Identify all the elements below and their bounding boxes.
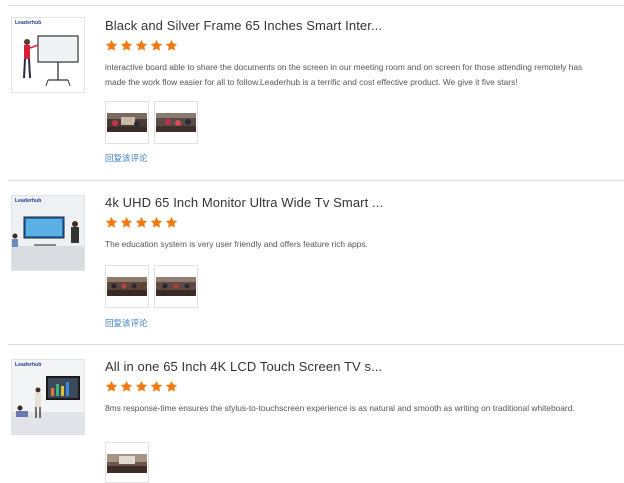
meeting-photo-image [107, 113, 147, 132]
star-icon [135, 39, 148, 51]
top-divider [8, 5, 624, 6]
review-text: 8ms response-time ensures the stylus-to-… [105, 403, 575, 413]
product-thumbnail[interactable]: Leaderhub [11, 359, 85, 435]
star-icon [105, 380, 118, 392]
review-photo[interactable] [154, 101, 198, 144]
star-icon [165, 39, 178, 51]
product-logo: Leaderhub [15, 20, 42, 26]
meeting-photo-image [156, 113, 196, 132]
star-icon [135, 380, 148, 392]
product-logo: Leaderhub [15, 198, 42, 204]
review-text: The education system is very user friend… [105, 239, 368, 249]
classroom-touchscreen-image [12, 360, 84, 434]
star-icon [120, 39, 133, 51]
star-icon [165, 380, 178, 392]
review-photo[interactable] [105, 265, 149, 308]
meeting-photo-image [156, 277, 196, 296]
review-photo[interactable] [105, 442, 149, 483]
whiteboard-stand-image [23, 35, 79, 87]
star-icon [150, 380, 163, 392]
review-photo[interactable] [105, 101, 149, 144]
star-icon [105, 39, 118, 51]
star-icon [120, 380, 133, 392]
reply-link[interactable]: 回复该评论 [105, 317, 148, 329]
star-icon [150, 216, 163, 228]
product-title[interactable]: All in one 65 Inch 4K LCD Touch Screen T… [105, 359, 382, 374]
review-divider [8, 180, 624, 181]
star-icon [120, 216, 133, 228]
meeting-photo-image [107, 454, 147, 473]
classroom-monitor-image [12, 196, 84, 270]
product-title[interactable]: Black and Silver Frame 65 Inches Smart I… [105, 18, 382, 33]
star-rating [105, 216, 178, 230]
product-title[interactable]: 4k UHD 65 Inch Monitor Ultra Wide Tv Sma… [105, 195, 383, 210]
product-thumbnail[interactable]: Leaderhub [11, 195, 85, 271]
review-divider [8, 344, 624, 345]
product-logo: Leaderhub [15, 362, 42, 368]
star-icon [105, 216, 118, 228]
star-rating [105, 39, 178, 53]
product-thumbnail[interactable]: Leaderhub [11, 17, 85, 93]
meeting-photo-image [107, 277, 147, 296]
reply-link[interactable]: 回复该评论 [105, 152, 148, 164]
star-icon [150, 39, 163, 51]
review-photo[interactable] [154, 265, 198, 308]
star-rating [105, 380, 178, 394]
star-icon [165, 216, 178, 228]
review-text: interactive board able to share the docu… [105, 62, 583, 87]
star-icon [135, 216, 148, 228]
